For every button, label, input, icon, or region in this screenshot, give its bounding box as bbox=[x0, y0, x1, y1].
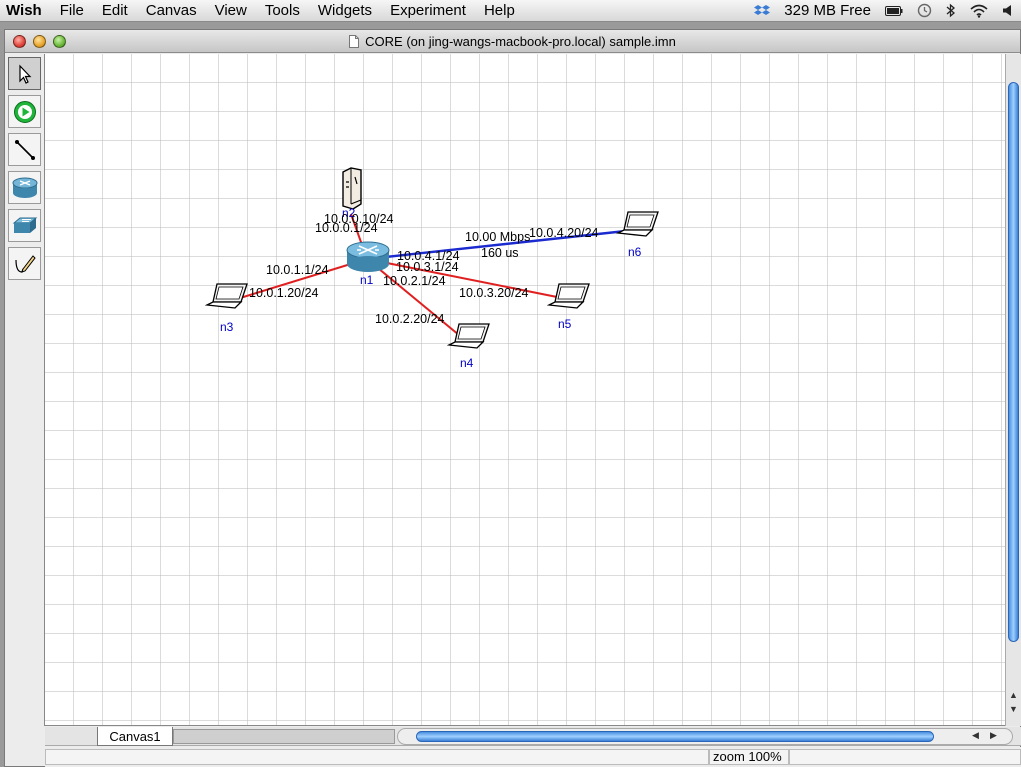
core-window: CORE (on jing-wangs-macbook-pro.local) s… bbox=[4, 29, 1021, 767]
menu-help[interactable]: Help bbox=[475, 0, 524, 22]
horizontal-scrollbar[interactable]: ◀ ▶ bbox=[397, 728, 1013, 745]
time-machine-icon[interactable] bbox=[917, 3, 932, 18]
menu-widgets[interactable]: Widgets bbox=[309, 0, 381, 22]
router-node-n1[interactable] bbox=[346, 241, 390, 272]
menu-canvas[interactable]: Canvas bbox=[137, 0, 206, 22]
scroll-left-arrow-icon[interactable]: ◀ bbox=[972, 730, 979, 741]
addr-n1-to-n2: 10.0.0.1/24 bbox=[315, 221, 378, 235]
status-bar: zoom 100% bbox=[45, 747, 1021, 767]
laptop-node-n4[interactable] bbox=[446, 323, 490, 349]
switch-icon bbox=[12, 217, 37, 233]
dropbox-icon[interactable] bbox=[754, 4, 771, 18]
minimize-button[interactable] bbox=[33, 35, 46, 48]
document-icon bbox=[349, 34, 360, 48]
addr-n4-iface: 10.0.2.20/24 bbox=[375, 312, 445, 326]
menu-view[interactable]: View bbox=[206, 0, 256, 22]
volume-icon[interactable] bbox=[1002, 4, 1014, 17]
addr-n1-to-n4: 10.0.2.1/24 bbox=[383, 274, 446, 288]
scroll-up-arrow-icon[interactable]: ▲ bbox=[1009, 690, 1018, 700]
window-title: CORE (on jing-wangs-macbook-pro.local) s… bbox=[365, 33, 676, 49]
node-label-n6: n6 bbox=[628, 245, 642, 259]
zoom-button[interactable] bbox=[53, 35, 66, 48]
menu-app[interactable]: Wish bbox=[0, 0, 51, 22]
topology-diagram: n1 n2 n3 n4 n5 n6 10.0.0.10/24 10.0.0.1/… bbox=[204, 167, 659, 370]
link-tool-button[interactable] bbox=[8, 133, 41, 166]
addr-n1-to-n5: 10.0.3.1/24 bbox=[396, 260, 459, 274]
pencil-icon bbox=[14, 254, 36, 273]
addr-n6-iface: 10.0.4.20/24 bbox=[529, 226, 599, 240]
status-extra bbox=[789, 749, 1021, 765]
link-bandwidth-label: 10.00 Mbps bbox=[465, 230, 530, 244]
play-icon bbox=[13, 100, 36, 123]
zoom-level: zoom 100% bbox=[709, 749, 789, 765]
start-session-button[interactable] bbox=[8, 95, 41, 128]
scroll-down-arrow-icon[interactable]: ▼ bbox=[1009, 704, 1018, 714]
tab-canvas1[interactable]: Canvas1 bbox=[97, 727, 173, 746]
menu-tools[interactable]: Tools bbox=[256, 0, 309, 22]
addr-n5-iface: 10.0.3.20/24 bbox=[459, 286, 529, 300]
wifi-icon[interactable] bbox=[970, 4, 988, 18]
annotation-tool-button[interactable] bbox=[8, 247, 41, 280]
menu-bar: Wish File Edit Canvas View Tools Widgets… bbox=[0, 0, 1021, 22]
addr-n1-to-n3: 10.0.1.1/24 bbox=[266, 263, 329, 277]
menu-edit[interactable]: Edit bbox=[93, 0, 137, 22]
menu-file[interactable]: File bbox=[51, 0, 93, 22]
tab-bar-empty bbox=[173, 729, 395, 744]
select-tool-button[interactable] bbox=[8, 57, 41, 90]
node-label-n5: n5 bbox=[558, 317, 572, 331]
node-label-n4: n4 bbox=[460, 356, 474, 370]
scroll-right-arrow-icon[interactable]: ▶ bbox=[990, 730, 997, 741]
router-tool-button[interactable] bbox=[8, 171, 41, 204]
left-toolbar bbox=[5, 54, 45, 726]
switch-tool-button[interactable] bbox=[8, 209, 41, 242]
server-node-n2[interactable] bbox=[342, 167, 362, 210]
vertical-scrollbar[interactable]: ▲ ▼ bbox=[1005, 54, 1021, 726]
memory-free-status[interactable]: 329 MB Free bbox=[784, 2, 871, 19]
node-label-n1: n1 bbox=[360, 273, 374, 287]
horizontal-scroll-thumb[interactable] bbox=[416, 731, 934, 742]
canvas-tab-bar: Canvas1 ◀ ▶ bbox=[45, 727, 1021, 746]
laptop-node-n6[interactable] bbox=[615, 211, 659, 237]
link-delay-label: 160 us bbox=[481, 246, 519, 260]
node-label-n3: n3 bbox=[220, 320, 234, 334]
router-icon bbox=[12, 177, 37, 198]
title-bar[interactable]: CORE (on jing-wangs-macbook-pro.local) s… bbox=[5, 30, 1020, 53]
addr-n3-iface: 10.0.1.20/24 bbox=[249, 286, 319, 300]
laptop-node-n3[interactable] bbox=[204, 283, 248, 309]
arrow-cursor-icon bbox=[18, 64, 31, 84]
vertical-scroll-thumb[interactable] bbox=[1008, 82, 1019, 642]
status-message bbox=[45, 749, 709, 765]
link-icon bbox=[14, 139, 35, 160]
menu-experiment[interactable]: Experiment bbox=[381, 0, 475, 22]
network-canvas[interactable]: n1 n2 n3 n4 n5 n6 10.0.0.10/24 10.0.0.1/… bbox=[45, 54, 1005, 726]
bluetooth-icon[interactable] bbox=[946, 3, 956, 18]
close-button[interactable] bbox=[13, 35, 26, 48]
battery-icon[interactable] bbox=[885, 5, 903, 17]
